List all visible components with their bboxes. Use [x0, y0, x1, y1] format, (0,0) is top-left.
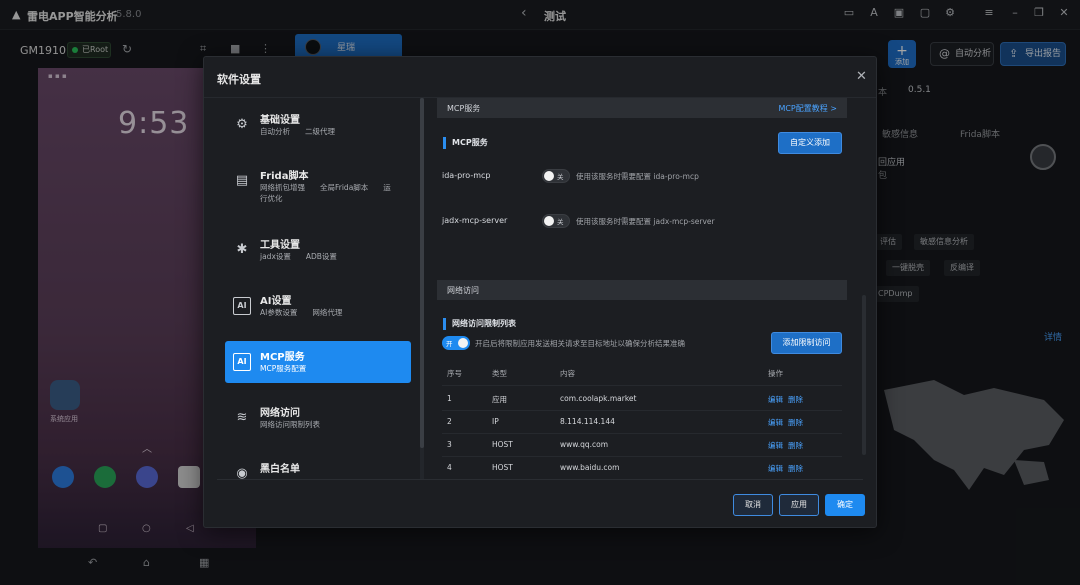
toggle-state: 关	[557, 173, 564, 181]
nav-scrollbar[interactable]	[420, 98, 424, 480]
ok-button[interactable]: 确定	[825, 494, 865, 516]
nav-item-mcp[interactable]: AI MCP服务 MCP服务配置	[225, 341, 411, 383]
delete-link[interactable]: 删除	[788, 463, 803, 474]
toggle-knob	[544, 216, 554, 226]
section-network-header: 网络访问	[437, 280, 847, 300]
mcp-service-name: jadx-mcp-server	[442, 216, 508, 225]
content-scrollbar[interactable]	[862, 295, 866, 455]
section-mcp-header: MCP服务 MCP配置教程 >	[437, 98, 847, 118]
nav-sub: 网络抓包增强 全局Frida脚本 运	[260, 183, 391, 192]
nav-item-basic[interactable]: ⚙ 基础设置 自动分析 二级代理	[225, 104, 411, 146]
ida-pro-mcp-toggle[interactable]: 关	[542, 169, 570, 183]
app-window: ▲ 雷电APP智能分析 5.8.0 ‹ 测试 ▭ A ▣ ▢ ⚙ ≡ – ❐ ✕…	[0, 0, 1080, 585]
footer-divider	[217, 479, 863, 480]
row-content: www.qq.com	[560, 440, 609, 449]
nav-item-frida[interactable]: ▤ Frida脚本 网络抓包增强 全局Frida脚本 运 行优化	[225, 160, 411, 212]
nav-title: AI设置	[260, 296, 292, 307]
section-label: MCP服务	[447, 104, 481, 113]
settings-nav: ⚙ 基础设置 自动分析 二级代理 ▤ Frida脚本 网络抓包增强 全局Frid…	[217, 98, 425, 480]
nav-scrollbar-thumb[interactable]	[420, 98, 424, 448]
row-type: 应用	[492, 395, 507, 404]
apply-button[interactable]: 应用	[779, 494, 819, 516]
table-header: 序号 类型 内容 操作	[442, 366, 842, 386]
dialog-title: 软件设置	[217, 73, 261, 86]
cancel-button[interactable]: 取消	[733, 494, 773, 516]
custom-add-button[interactable]: 自定义添加	[778, 132, 842, 154]
nav-title: 黑白名单	[260, 464, 300, 475]
section-label: 网络访问	[447, 286, 479, 295]
row-number: 3	[447, 440, 452, 449]
shield-icon: ◉	[236, 466, 248, 480]
table-row: 4 HOST www.baidu.com 编辑 删除	[442, 457, 842, 480]
row-number: 2	[447, 417, 452, 426]
nav-title: Frida脚本	[260, 171, 309, 182]
nav-sub: AI参数设置 网络代理	[260, 308, 343, 317]
edit-link[interactable]: 编辑	[768, 417, 783, 428]
mcp-service-hint: 使用该服务时需要配置 jadx-mcp-server	[576, 217, 715, 226]
add-restriction-button[interactable]: 添加限制访问	[771, 332, 842, 354]
nav-title: 工具设置	[260, 240, 300, 251]
row-type: HOST	[492, 440, 513, 449]
network-hint: 开启后将限制应用发送相关请求至目标地址以确保分析结果准确	[475, 339, 685, 348]
nav-item-ai[interactable]: AI AI设置 AI参数设置 网络代理	[225, 285, 411, 327]
script-icon: ▤	[235, 173, 249, 188]
nav-sub-continued: 行优化	[260, 194, 283, 203]
nav-item-network[interactable]: ≋ 网络访问 网络访问限制列表	[225, 397, 411, 439]
network-sub-heading: 网络访问限制列表	[443, 318, 516, 330]
delete-link[interactable]: 删除	[788, 394, 803, 405]
column-header: 内容	[560, 369, 575, 378]
mcp-tutorial-link[interactable]: MCP配置教程 >	[778, 103, 837, 114]
toggle-knob	[544, 171, 554, 181]
settings-content: MCP服务 MCP配置教程 > MCP服务 自定义添加 ida-pro-mcp …	[437, 98, 863, 480]
column-header: 操作	[768, 369, 783, 378]
nav-item-tools[interactable]: ✱ 工具设置 jadx设置 ADB设置	[225, 229, 411, 271]
row-content: 8.114.114.144	[560, 417, 615, 426]
toggle-knob	[458, 338, 468, 348]
row-type: IP	[492, 417, 499, 426]
table-row: 2 IP 8.114.114.144 编辑 删除	[442, 411, 842, 434]
delete-link[interactable]: 删除	[788, 417, 803, 428]
row-content: com.coolapk.market	[560, 394, 637, 403]
nav-title: 基础设置	[260, 115, 300, 126]
jadx-mcp-server-toggle[interactable]: 关	[542, 214, 570, 228]
mcp-sub-heading: MCP服务	[443, 137, 488, 149]
column-header: 类型	[492, 369, 507, 378]
close-icon[interactable]: ✕	[856, 69, 867, 84]
nav-title: MCP服务	[260, 352, 305, 363]
nav-sub: jadx设置 ADB设置	[260, 252, 337, 261]
edit-link[interactable]: 编辑	[768, 394, 783, 405]
settings-dialog: 软件设置 ✕ ⚙ 基础设置 自动分析 二级代理 ▤ Frida脚本 网络抓包增强…	[203, 56, 877, 528]
toggle-state: 开	[446, 340, 453, 348]
table-row: 1 应用 com.coolapk.market 编辑 删除	[442, 388, 842, 411]
toggle-state: 关	[557, 218, 564, 226]
ai-icon: AI	[233, 353, 251, 371]
row-type: HOST	[492, 463, 513, 472]
row-number: 4	[447, 463, 452, 472]
nav-title: 网络访问	[260, 408, 300, 419]
ai-icon: AI	[233, 297, 251, 315]
edit-link[interactable]: 编辑	[768, 463, 783, 474]
nav-sub: 网络访问限制列表	[260, 420, 320, 429]
column-header: 序号	[447, 369, 462, 378]
row-number: 1	[447, 394, 452, 403]
row-content: www.baidu.com	[560, 463, 620, 472]
mcp-service-hint: 使用该服务时需要配置 ida-pro-mcp	[576, 172, 699, 181]
nav-sub: 自动分析 二级代理	[260, 127, 335, 136]
nav-sub: MCP服务配置	[260, 364, 307, 373]
network-restriction-toggle[interactable]: 开	[442, 336, 470, 350]
nav-item-blacklist[interactable]: ◉ 黑白名单	[225, 453, 411, 480]
cog-icon: ✱	[236, 242, 248, 257]
table-row: 3 HOST www.qq.com 编辑 删除	[442, 434, 842, 457]
gear-icon: ⚙	[236, 117, 248, 132]
mcp-service-name: ida-pro-mcp	[442, 171, 491, 180]
edit-link[interactable]: 编辑	[768, 440, 783, 451]
wifi-icon: ≋	[236, 410, 248, 425]
delete-link[interactable]: 删除	[788, 440, 803, 451]
